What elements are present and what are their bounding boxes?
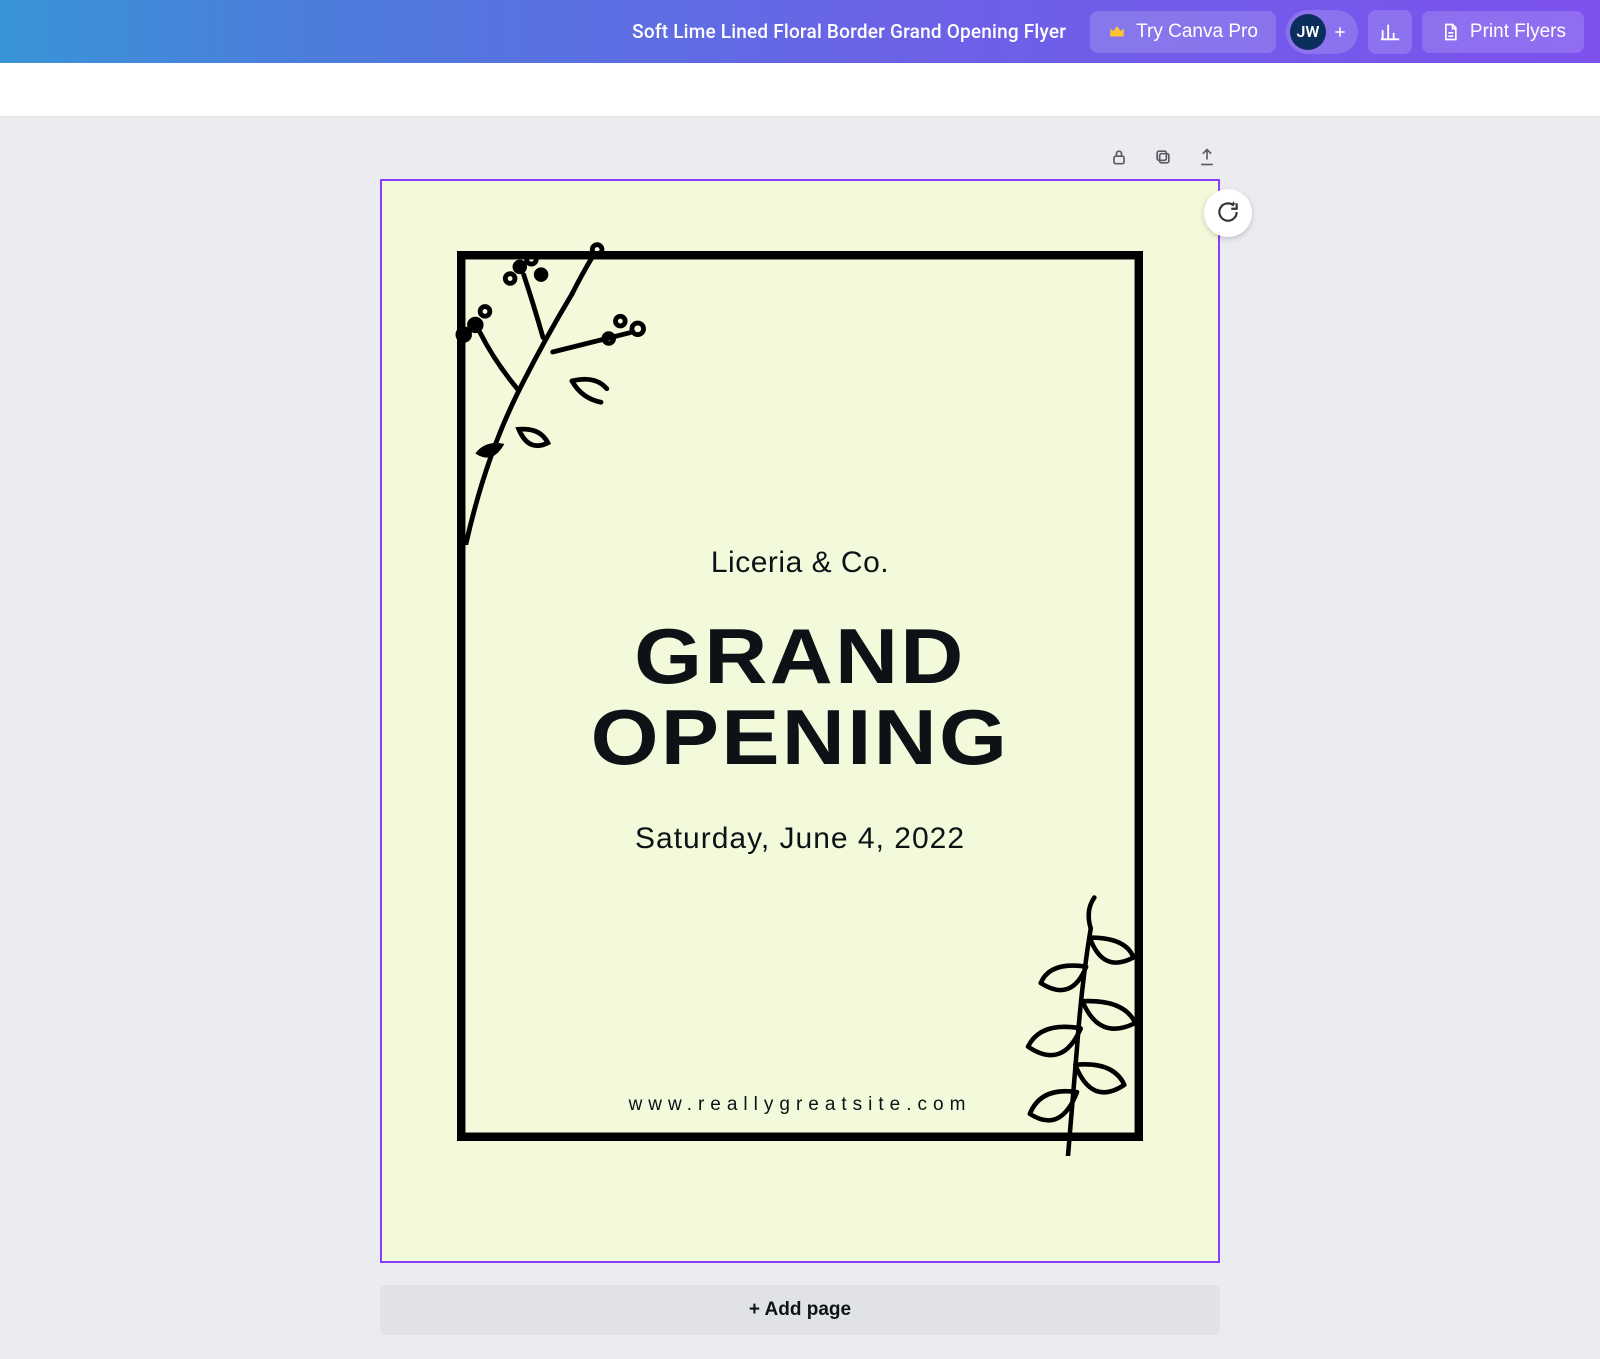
upload-icon bbox=[1197, 147, 1217, 170]
page-mini-toolbar bbox=[380, 145, 1220, 171]
editor-stage: Liceria & Co. GRAND OPENING Saturday, Ju… bbox=[0, 117, 1600, 1359]
try-canva-pro-button[interactable]: Try Canva Pro bbox=[1090, 11, 1276, 53]
editor-toolbar bbox=[0, 63, 1600, 117]
print-flyers-button[interactable]: Print Flyers bbox=[1422, 11, 1584, 53]
duplicate-icon bbox=[1153, 147, 1173, 170]
magic-regenerate-button[interactable] bbox=[1204, 189, 1252, 237]
document-title[interactable]: Soft Lime Lined Floral Border Grand Open… bbox=[632, 20, 1066, 43]
bar-chart-icon bbox=[1379, 21, 1401, 43]
add-collaborator-icon bbox=[1332, 24, 1348, 40]
add-page-button[interactable]: + Add page bbox=[380, 1285, 1220, 1335]
app-header: Soft Lime Lined Floral Border Grand Open… bbox=[0, 0, 1600, 63]
canvas-page[interactable]: Liceria & Co. GRAND OPENING Saturday, Ju… bbox=[380, 179, 1220, 1263]
lock-page-button[interactable] bbox=[1106, 145, 1132, 171]
user-avatar: JW bbox=[1290, 14, 1326, 50]
analytics-button[interactable] bbox=[1368, 10, 1412, 54]
crown-icon bbox=[1108, 23, 1126, 41]
flyer-website[interactable]: www.reallygreatsite.com bbox=[382, 1094, 1218, 1116]
lock-icon bbox=[1109, 147, 1129, 170]
flyer-headline[interactable]: GRAND OPENING bbox=[591, 616, 1010, 778]
try-canva-pro-label: Try Canva Pro bbox=[1136, 21, 1258, 43]
export-page-button[interactable] bbox=[1194, 145, 1220, 171]
sparkle-refresh-icon bbox=[1215, 199, 1241, 228]
flyer-event-date[interactable]: Saturday, June 4, 2022 bbox=[635, 822, 965, 856]
page-area: Liceria & Co. GRAND OPENING Saturday, Ju… bbox=[380, 145, 1220, 1263]
document-icon bbox=[1440, 22, 1460, 42]
flyer-company-name[interactable]: Liceria & Co. bbox=[711, 546, 889, 580]
duplicate-page-button[interactable] bbox=[1150, 145, 1176, 171]
print-flyers-label: Print Flyers bbox=[1470, 21, 1566, 43]
share-avatar-group[interactable]: JW bbox=[1286, 10, 1358, 54]
